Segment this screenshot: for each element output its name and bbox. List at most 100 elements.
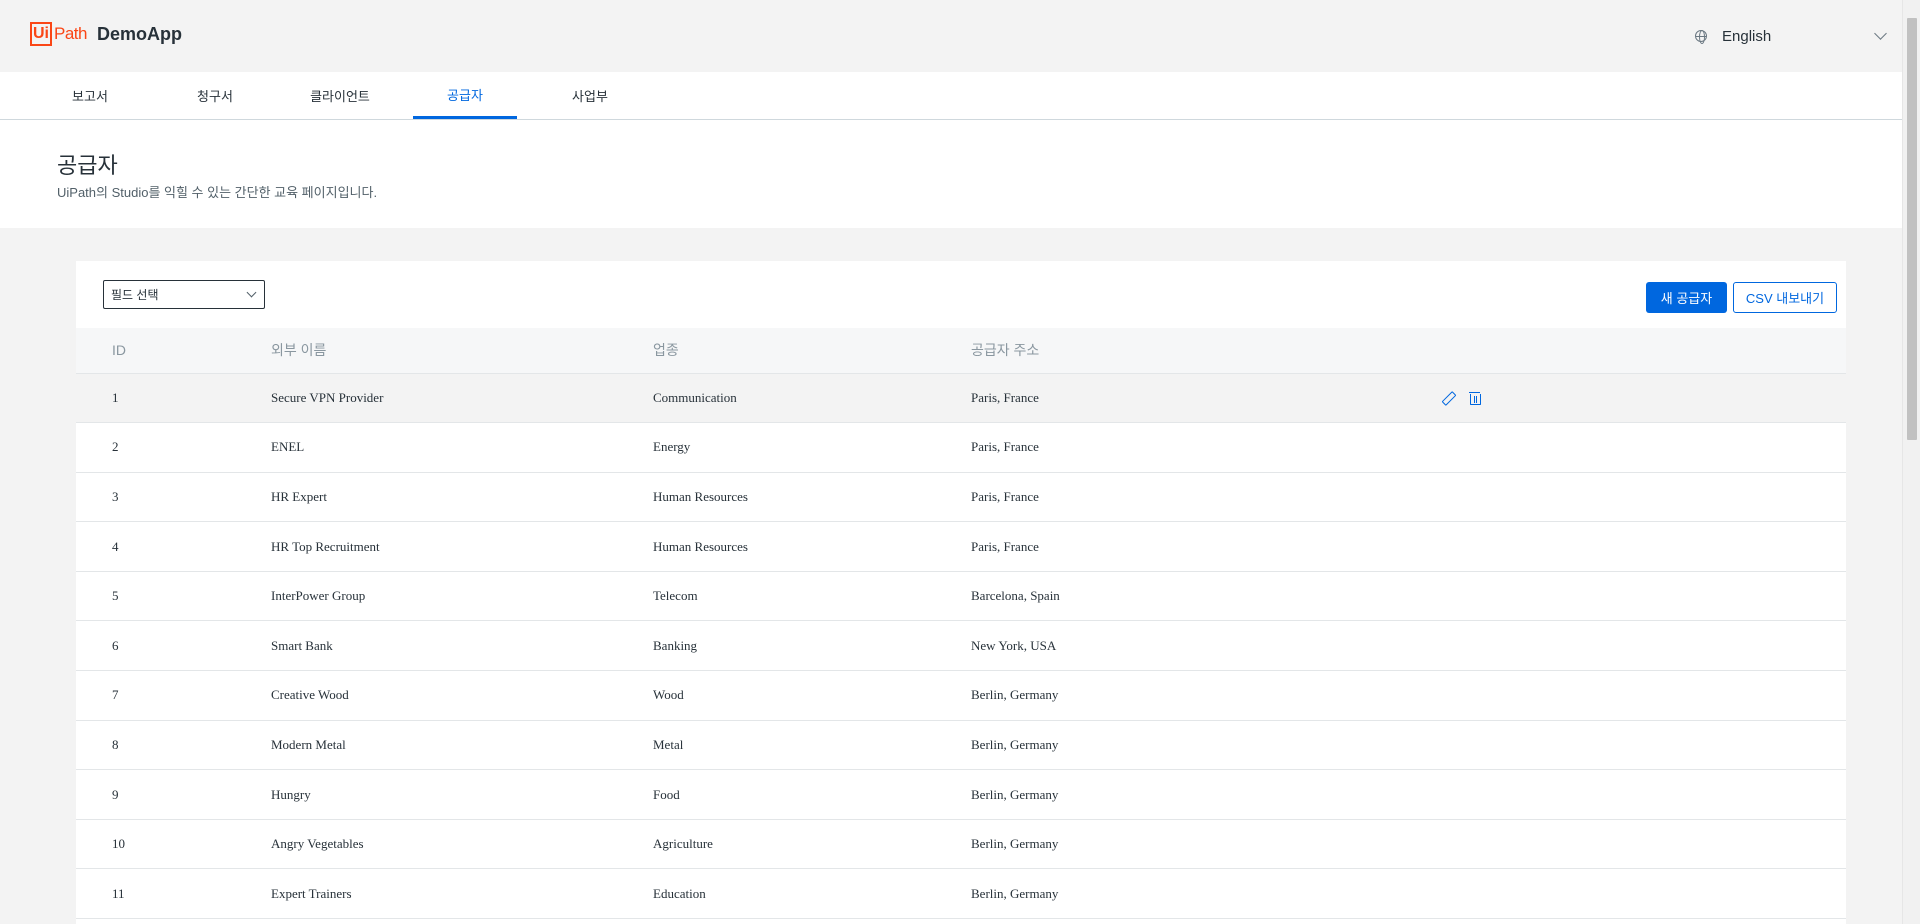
cell-id: 1 <box>112 389 119 405</box>
cell-industry: Banking <box>653 637 698 653</box>
cell-address: Paris, France <box>971 389 1039 405</box>
chevron-down-icon <box>246 287 257 298</box>
table-row[interactable]: 4 HR Top Recruitment Human Resources Par… <box>76 522 1846 572</box>
cell-address: Berlin, Germany <box>971 687 1059 703</box>
cell-industry: Human Resources <box>653 488 748 504</box>
cell-industry: Education <box>653 885 706 901</box>
export-csv-button[interactable]: CSV 내보내기 <box>1733 282 1837 313</box>
cell-name: Smart Bank <box>271 637 333 653</box>
table-row[interactable]: 1 Secure VPN Provider Communication Pari… <box>76 373 1846 423</box>
cell-actions <box>1441 373 1846 423</box>
table-row[interactable]: 6 Smart Bank Banking New York, USA <box>76 621 1846 671</box>
cell-address: Barcelona, Spain <box>971 588 1060 604</box>
cell-name: Hungry <box>271 786 311 802</box>
cell-id: 3 <box>112 488 119 504</box>
cell-actions <box>1441 770 1846 820</box>
cell-address: Berlin, Germany <box>971 836 1059 852</box>
table-row[interactable]: 9 Hungry Food Berlin, Germany <box>76 770 1846 820</box>
table-row[interactable]: 2 ENEL Energy Paris, France <box>76 423 1846 473</box>
cell-industry: Wood <box>653 687 684 703</box>
cell-actions <box>1441 720 1846 770</box>
header-id[interactable]: ID <box>76 328 271 374</box>
language-label: English <box>1722 27 1772 45</box>
cell-id: 8 <box>112 736 119 752</box>
app-name: DemoApp <box>96 23 182 44</box>
tab-invoices[interactable]: 청구서 <box>175 72 255 119</box>
cell-name: Creative Wood <box>271 687 349 703</box>
language-select[interactable]: English <box>1695 24 1887 48</box>
cell-industry: Agriculture <box>653 836 713 852</box>
page-subtitle: UiPath의 Studio를 익힐 수 있는 간단한 교육 페이지입니다. <box>57 185 378 200</box>
cell-industry: Communication <box>653 389 737 405</box>
cell-id: 2 <box>112 439 119 455</box>
cell-industry: Telecom <box>653 588 698 604</box>
cell-name: HR Expert <box>271 488 327 504</box>
cell-name: InterPower Group <box>271 588 366 604</box>
table-row[interactable]: 7 Creative Wood Wood Berlin, Germany <box>76 671 1846 721</box>
cell-id: 7 <box>112 687 119 703</box>
cell-name: HR Top Recruitment <box>271 538 380 554</box>
table-row[interactable]: 5 InterPower Group Telecom Barcelona, Sp… <box>76 571 1846 621</box>
table-row[interactable]: 10 Angry Vegetables Agriculture Berlin, … <box>76 819 1846 869</box>
table-row[interactable]: 3 HR Expert Human Resources Paris, Franc… <box>76 472 1846 522</box>
cell-industry: Metal <box>653 736 684 752</box>
cell-industry: Human Resources <box>653 538 748 554</box>
cell-industry: Energy <box>653 439 691 455</box>
page-title: 공급자 <box>57 153 118 178</box>
logo-path-text: Path <box>54 24 87 43</box>
cell-actions <box>1441 869 1846 919</box>
cell-actions <box>1441 423 1846 473</box>
table-header-row: ID 외부 이름 업종 공급자 주소 <box>76 328 1846 374</box>
header-address[interactable]: 공급자 주소 <box>971 328 1441 374</box>
table-row[interactable]: 8 Modern Metal Metal Berlin, Germany <box>76 720 1846 770</box>
cell-actions <box>1441 522 1846 572</box>
delete-icon[interactable] <box>1469 391 1481 405</box>
chevron-down-icon <box>1874 27 1887 40</box>
cell-actions <box>1441 671 1846 721</box>
cell-id: 10 <box>112 836 125 852</box>
cell-address: Paris, France <box>971 538 1039 554</box>
cell-address: Paris, France <box>971 439 1039 455</box>
cell-address: Berlin, Germany <box>971 885 1059 901</box>
page-header: 공급자 UiPath의 Studio를 익힐 수 있는 간단한 교육 페이지입니… <box>0 120 1902 228</box>
header-actions <box>1441 328 1846 374</box>
cell-address: New York, USA <box>971 637 1057 653</box>
field-select-label: 필드 선택 <box>111 288 159 302</box>
cell-address: Paris, France <box>971 488 1039 504</box>
cell-name: Expert Trainers <box>271 885 352 901</box>
new-vendor-button[interactable]: 새 공급자 <box>1646 282 1727 313</box>
tab-vendors[interactable]: 공급자 <box>413 72 517 119</box>
cell-name: Secure VPN Provider <box>271 389 384 405</box>
cell-actions <box>1441 472 1846 522</box>
tab-divisions[interactable]: 사업부 <box>550 72 630 119</box>
app-header: Ui Path DemoApp English <box>0 0 1902 72</box>
cell-id: 11 <box>112 885 125 901</box>
cell-industry: Food <box>653 786 680 802</box>
logo-mark: Ui <box>30 22 52 46</box>
vendors-panel: 필드 선택 새 공급자 CSV 내보내기 ID 외부 이름 업종 공급자 주소 … <box>76 261 1846 924</box>
uipath-logo[interactable]: Ui Path DemoApp <box>30 22 182 46</box>
cell-actions <box>1441 571 1846 621</box>
scrollbar-thumb[interactable] <box>1907 18 1917 440</box>
field-select-dropdown[interactable]: 필드 선택 <box>103 280 265 309</box>
tab-clients[interactable]: 클라이언트 <box>295 72 385 119</box>
cell-name: Angry Vegetables <box>271 836 364 852</box>
page-scrollbar[interactable] <box>1902 0 1920 924</box>
cell-id: 6 <box>112 637 119 653</box>
cell-actions <box>1441 621 1846 671</box>
cell-name: ENEL <box>271 439 305 455</box>
globe-icon <box>1695 30 1707 44</box>
tab-reports[interactable]: 보고서 <box>50 72 130 119</box>
edit-icon[interactable] <box>1441 391 1455 405</box>
cell-id: 5 <box>112 588 119 604</box>
cell-id: 9 <box>112 786 119 802</box>
tab-bar: 보고서 청구서 클라이언트 공급자 사업부 <box>0 72 1902 120</box>
cell-actions <box>1441 819 1846 869</box>
header-name[interactable]: 외부 이름 <box>271 328 653 374</box>
cell-address: Berlin, Germany <box>971 736 1059 752</box>
table-row[interactable]: 11 Expert Trainers Education Berlin, Ger… <box>76 869 1846 919</box>
cell-id: 4 <box>112 538 119 554</box>
header-industry[interactable]: 업종 <box>653 328 971 374</box>
vendors-table: ID 외부 이름 업종 공급자 주소 1 Secure VPN Provider… <box>76 328 1846 919</box>
cell-name: Modern Metal <box>271 736 346 752</box>
